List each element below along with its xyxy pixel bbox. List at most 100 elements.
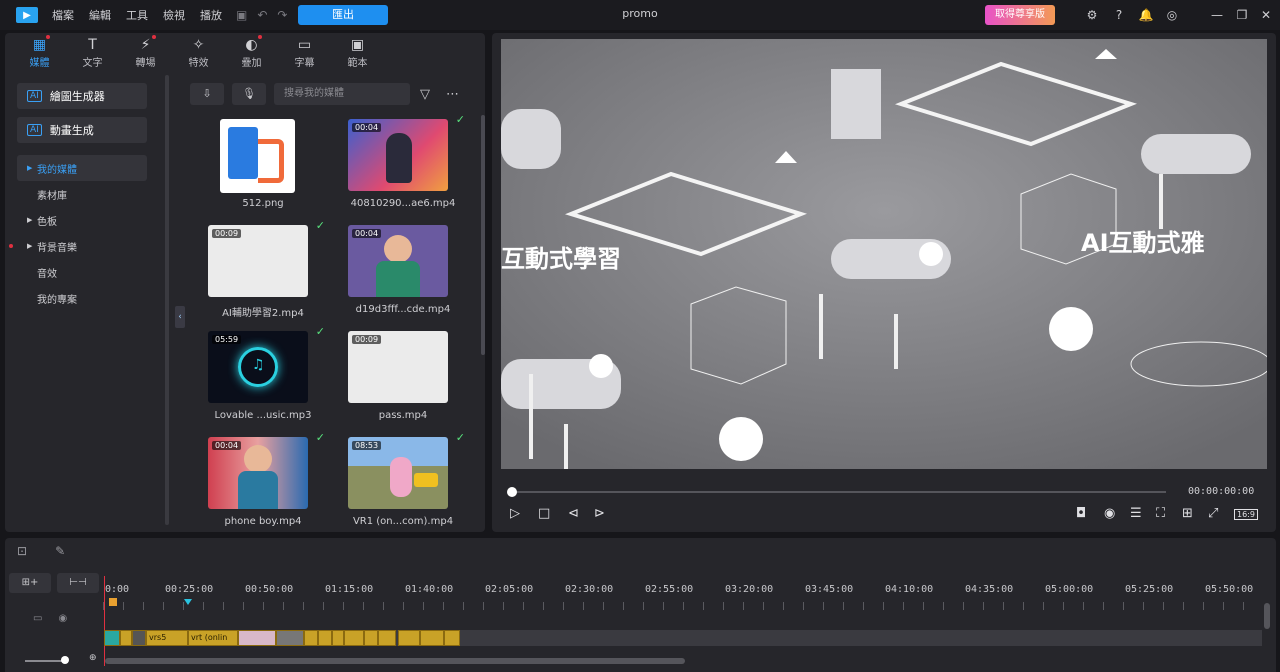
playback-mode-icon[interactable]: ◉ (1104, 506, 1115, 521)
main-menu: 檔案 編輯 工具 檢視 播放 (52, 7, 222, 23)
app-logo: ▶ (16, 7, 38, 23)
media-item[interactable]: 00:04 ✓ 40810290...ae6.mp4 (335, 113, 465, 217)
media-item[interactable]: 512.png (195, 117, 325, 217)
sidebar-item-library[interactable]: 素材庫 (17, 181, 147, 207)
sidebar-item-bgm[interactable]: ▶ 背景音樂 (9, 233, 147, 259)
settings-icon[interactable]: ⚙ (1083, 6, 1101, 24)
tab-subtitle[interactable]: ▭ 字幕 (278, 33, 331, 73)
timeline-clip[interactable] (420, 630, 444, 646)
zoom-in-icon[interactable]: ⊕ (89, 653, 97, 663)
sidebar-item-my-projects[interactable]: 我的專案 (17, 285, 147, 311)
save-icon[interactable]: ▣ (236, 8, 247, 22)
thumbnail (220, 119, 295, 193)
fullscreen-icon[interactable]: ⤢ (1208, 506, 1218, 521)
seek-handle[interactable] (507, 487, 517, 497)
timeline-vscroll[interactable] (1264, 603, 1270, 629)
fit-timeline-button[interactable]: ⊢⊣ (57, 573, 99, 593)
menu-tools[interactable]: 工具 (126, 7, 148, 23)
timeline-clip[interactable] (276, 630, 304, 646)
subtitle-preview-icon[interactable]: ☰ (1130, 506, 1142, 521)
help-icon[interactable]: ? (1110, 6, 1128, 24)
account-icon[interactable]: ◎ (1163, 6, 1181, 24)
redo-icon[interactable]: ↷ (277, 8, 287, 22)
upgrade-button[interactable]: 取得尊享版 (985, 5, 1055, 25)
timeline-panel: ⊡ ✎ ⊞+ ⊢⊣ 0:00 00:25:00 00:50:00 01:15:0… (5, 538, 1276, 672)
tab-effects[interactable]: ✧ 特效 (172, 33, 225, 73)
snapshot-icon[interactable]: ◘ (1076, 506, 1086, 521)
timeline-clip[interactable] (332, 630, 344, 646)
restore-icon[interactable]: ❐ (1233, 6, 1251, 24)
media-item[interactable]: ♫ 05:59 ✓ Lovable ...usic.mp3 (195, 325, 325, 429)
menu-edit[interactable]: 編輯 (89, 7, 111, 23)
media-item[interactable]: 00:04 ✓ phone boy.mp4 (195, 431, 325, 535)
menu-file[interactable]: 檔案 (52, 7, 74, 23)
timeline-clip[interactable] (104, 630, 120, 646)
bell-icon[interactable]: 🔔 (1137, 6, 1155, 24)
timeline-clip[interactable] (132, 630, 146, 646)
chevron-right-icon: ▶ (27, 216, 33, 224)
timeline-clip[interactable] (304, 630, 318, 646)
tab-transition[interactable]: ⚡ 轉場 (119, 33, 172, 73)
play-icon[interactable]: ▷ (510, 506, 520, 521)
media-item[interactable]: 08:53 ✓ VR1 (on...com).mp4 (335, 431, 465, 535)
add-track-button[interactable]: ⊞+ (9, 573, 51, 593)
ai-image-generator-button[interactable]: AI 繪圖生成器 (17, 83, 147, 109)
timeline-clip[interactable] (398, 630, 420, 646)
video-track[interactable]: vrs5 vrt (onlin (104, 630, 1262, 646)
media-item[interactable]: 00:04 d19d3fff...cde.mp4 (335, 223, 465, 323)
ai-animation-button[interactable]: AI 動畫生成 (17, 117, 147, 143)
timeline-clip[interactable] (238, 630, 276, 646)
timeline-clip[interactable] (344, 630, 364, 646)
timeline-clip[interactable] (378, 630, 396, 646)
preview-text-right: AI互動式雅 (1081, 229, 1205, 257)
aspect-ratio-button[interactable]: 16:9 (1234, 509, 1258, 520)
menu-playback[interactable]: 播放 (200, 7, 222, 23)
ruler-label: 03:20:00 (725, 584, 774, 595)
collapse-sidebar-button[interactable]: ‹ (175, 306, 185, 328)
import-button[interactable]: ⇩ (190, 83, 224, 105)
eye-icon[interactable]: ◉ (58, 613, 67, 624)
search-input[interactable]: 搜尋我的媒體 (274, 83, 410, 105)
tab-media[interactable]: ▦ 媒體 (13, 33, 66, 73)
zoom-slider[interactable]: ⊕ (25, 653, 97, 666)
next-frame-icon[interactable]: ⊳ (594, 506, 605, 521)
filter-icon[interactable]: ▽ (420, 87, 430, 102)
timeline-clip[interactable] (318, 630, 332, 646)
tab-template[interactable]: ▣ 範本 (331, 33, 384, 73)
menu-view[interactable]: 檢視 (163, 7, 185, 23)
timeline-clip[interactable]: vrs5 (146, 630, 188, 646)
timeline-clip[interactable] (444, 630, 460, 646)
tab-overlay[interactable]: ◐ 疊加 (225, 33, 278, 73)
timeline-clip[interactable] (364, 630, 378, 646)
sidebar-item-color-board[interactable]: ▶ 色板 (17, 207, 147, 233)
select-tool-icon[interactable]: ⊡ (17, 544, 27, 558)
undo-icon[interactable]: ↶ (257, 8, 267, 22)
media-name: Lovable ...usic.mp3 (214, 410, 312, 421)
layout-icon[interactable]: ⊞ (1182, 506, 1193, 521)
title-bar: ▶ 檔案 編輯 工具 檢視 播放 ▣ ↶ ↷ 匯出 promo 取得尊享版 ⚙ … (0, 0, 1280, 30)
sidebar-item-my-media[interactable]: ▶ 我的媒體 (17, 155, 147, 181)
close-icon[interactable]: ✕ (1257, 6, 1275, 24)
export-button[interactable]: 匯出 (298, 5, 388, 25)
more-icon[interactable]: ⋯ (446, 87, 459, 102)
minimize-icon[interactable]: — (1208, 6, 1226, 24)
zoom-fit-icon[interactable]: ⛶ (1156, 506, 1165, 521)
stop-icon[interactable]: □ (538, 506, 550, 521)
timeline-clip[interactable] (120, 630, 132, 646)
seek-bar[interactable] (511, 491, 1166, 493)
record-button[interactable]: 🎙 (232, 83, 266, 105)
tab-text[interactable]: T 文字 (66, 33, 119, 73)
pen-tool-icon[interactable]: ✎ (55, 544, 65, 558)
ruler-label: 02:55:00 (645, 584, 694, 595)
timeline-hscroll[interactable] (105, 658, 685, 664)
sidebar-scrollbar[interactable] (165, 75, 169, 525)
playhead-handle[interactable] (109, 598, 117, 606)
prev-frame-icon[interactable]: ⊲ (568, 506, 579, 521)
ruler-label: 00:25:00 (165, 584, 214, 595)
sidebar-item-sfx[interactable]: 音效 (17, 259, 147, 285)
media-item[interactable]: 00:09 ✓ AI輔助學習2.mp4 (195, 219, 325, 323)
timeline-clip[interactable]: vrt (onlin (188, 630, 238, 646)
time-ruler[interactable]: 0:00 00:25:00 00:50:00 01:15:00 01:40:00… (103, 568, 1263, 612)
media-scrollbar[interactable] (481, 115, 485, 355)
media-item[interactable]: 00:09 pass.mp4 (335, 329, 465, 429)
